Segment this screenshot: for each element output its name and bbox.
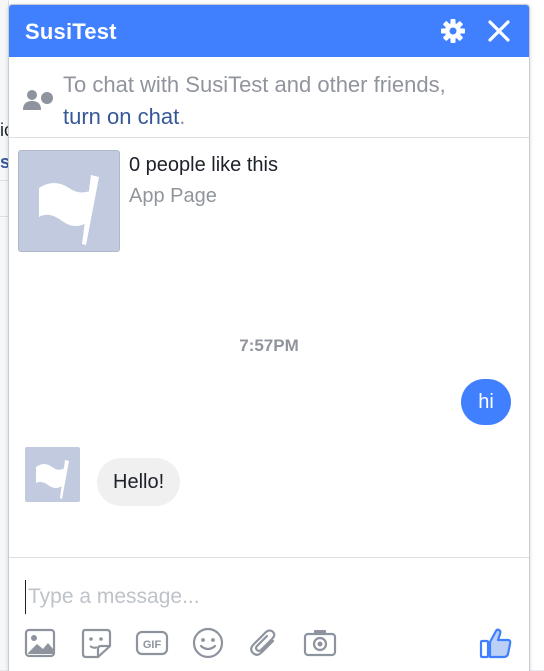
- page-category: App Page: [129, 185, 217, 207]
- incoming-message[interactable]: Hello!: [97, 458, 181, 506]
- background-divider: [0, 180, 8, 181]
- flag-icon: [39, 175, 99, 245]
- notice-period: .: [179, 104, 186, 129]
- close-icon[interactable]: [485, 17, 513, 45]
- page-avatar[interactable]: [25, 447, 80, 502]
- chat-titlebar[interactable]: SusiTest: [9, 5, 529, 57]
- background-divider: [0, 216, 8, 217]
- chat-off-notice: To chat with SusiTest and other friends,…: [9, 57, 529, 138]
- sticker-icon[interactable]: [79, 626, 113, 660]
- gif-icon[interactable]: GIF: [135, 626, 169, 660]
- like-icon[interactable]: [479, 626, 513, 660]
- chat-window: SusiTest To chat with SusiTest and other…: [8, 4, 530, 671]
- message-timestamp: 7:57PM: [239, 336, 299, 355]
- page-likes-count: 0 people like this: [129, 154, 278, 176]
- message-composer: GIF: [9, 557, 529, 671]
- emoji-icon[interactable]: [191, 626, 225, 660]
- page-thumbnail[interactable]: [18, 150, 120, 252]
- notice-text: To chat with SusiTest and other friends,…: [63, 69, 513, 133]
- chat-title[interactable]: SusiTest: [25, 19, 117, 45]
- turn-on-chat-link[interactable]: turn on chat: [63, 104, 179, 129]
- photo-icon[interactable]: [23, 626, 57, 660]
- notice-message: To chat with SusiTest and other friends,: [63, 72, 446, 97]
- gear-icon[interactable]: [439, 17, 467, 45]
- message-input[interactable]: [25, 580, 508, 614]
- gif-label: GIF: [143, 639, 162, 651]
- friends-icon: [23, 89, 57, 116]
- outgoing-message[interactable]: hi: [461, 379, 511, 425]
- flag-icon: [36, 460, 69, 499]
- camera-icon[interactable]: [303, 626, 337, 660]
- attachment-icon[interactable]: [247, 626, 281, 660]
